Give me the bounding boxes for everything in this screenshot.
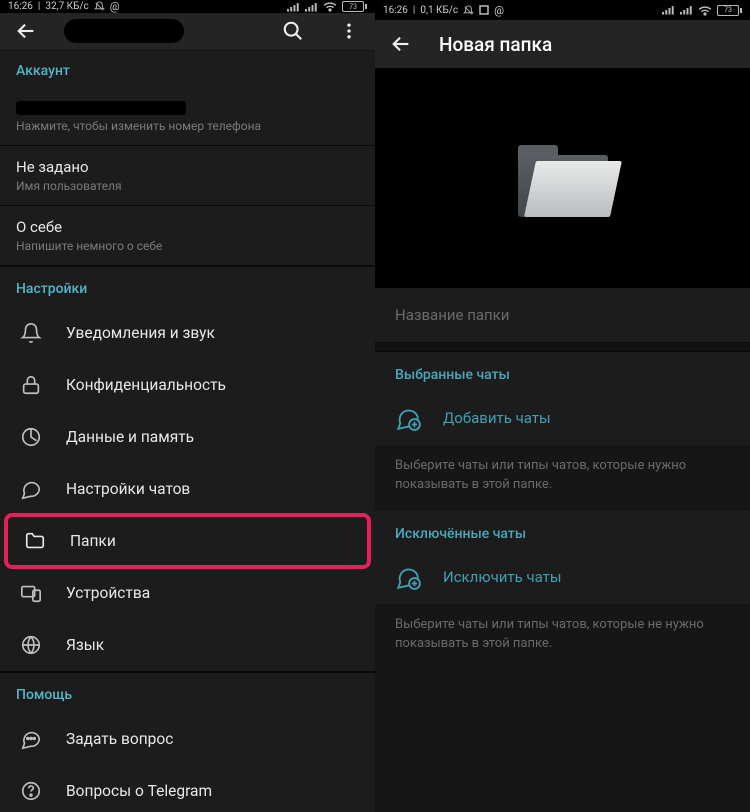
at-icon: @: [110, 0, 120, 13]
signal-icon-2: [680, 5, 693, 15]
battery-icon: 73: [342, 1, 367, 12]
app-bar: [0, 13, 375, 49]
lock-icon: [20, 374, 42, 396]
folder-hero: [375, 68, 750, 288]
privacy-row[interactable]: Конфиденциальность: [0, 359, 375, 411]
privacy-label: Конфиденциальность: [66, 376, 226, 394]
new-folder-title: Новая папка: [439, 33, 742, 56]
page-title: [64, 19, 255, 43]
status-net: 0,1 КБ/с: [420, 5, 458, 16]
username-title: Не задано: [16, 158, 359, 176]
excluded-hint: Выберите чаты или типы чатов, которые не…: [375, 604, 750, 670]
phone-hint: Нажмите, чтобы изменить номер телефона: [16, 119, 359, 133]
excluded-chats-section: Исключённые чаты Исключить чаты: [375, 511, 750, 604]
included-header: Выбранные чаты: [375, 352, 750, 391]
more-button[interactable]: [331, 13, 367, 49]
ask-question-row[interactable]: Задать вопрос: [0, 713, 375, 765]
ask-label: Задать вопрос: [66, 730, 173, 748]
at-icon: @: [494, 4, 504, 17]
help-header: Помощь: [0, 673, 375, 713]
account-section: Аккаунт Нажмите, чтобы изменить номер те…: [0, 49, 375, 265]
wifi-icon: [323, 1, 337, 12]
chat-icon: [20, 478, 42, 500]
settings-section: Настройки Уведомления и звук Конфиденциа…: [0, 267, 375, 671]
signal-icon-2: [305, 2, 318, 12]
devices-icon: [20, 582, 42, 604]
included-hint: Выберите чаты или типы чатов, которые ну…: [375, 445, 750, 511]
square-icon: [479, 5, 489, 15]
signal-icon: [287, 2, 300, 12]
folder-icon: [24, 530, 46, 552]
wifi-icon: [698, 5, 712, 16]
notifications-label: Уведомления и звук: [66, 324, 215, 342]
devices-row[interactable]: Устройства: [0, 567, 375, 619]
excluded-header: Исключённые чаты: [375, 511, 750, 550]
back-button[interactable]: [383, 26, 419, 62]
battery-icon: 73: [717, 5, 742, 16]
data-label: Данные и память: [66, 428, 194, 446]
question-chat-icon: [20, 728, 42, 750]
status-bar-right: 16:26 | 0,1 КБ/с @ 73: [375, 0, 750, 20]
language-row[interactable]: Язык: [0, 619, 375, 671]
faq-row[interactable]: Вопросы о Telegram: [0, 765, 375, 812]
status-time: 16:26: [8, 1, 33, 12]
app-bar-right: Новая папка: [375, 20, 750, 68]
new-folder-screen: 16:26 | 0,1 КБ/с @ 73 Новая папка: [375, 0, 750, 812]
status-time: 16:26: [383, 5, 408, 16]
phone-row[interactable]: Нажмите, чтобы изменить номер телефона: [0, 89, 375, 146]
username-sub: Имя пользователя: [16, 179, 359, 193]
bio-title: О себе: [16, 218, 359, 236]
bio-sub: Напишите немного о себе: [16, 239, 359, 253]
folders-row[interactable]: Папки: [4, 513, 371, 569]
chat-label: Настройки чатов: [66, 480, 190, 498]
chat-settings-row[interactable]: Настройки чатов: [0, 463, 375, 515]
included-chats-section: Выбранные чаты Добавить чаты: [375, 352, 750, 445]
help-section: Помощь Задать вопрос Вопросы о Telegram: [0, 673, 375, 812]
username-row[interactable]: Не задано Имя пользователя: [0, 146, 375, 206]
folder-name-placeholder: Название папки: [395, 306, 509, 324]
bell-off-icon: [94, 1, 105, 12]
add-chats-button[interactable]: Добавить чаты: [375, 391, 750, 445]
folder-illustration: [518, 139, 608, 217]
language-label: Язык: [66, 636, 104, 654]
folders-label: Папки: [70, 532, 116, 550]
status-net: 32,7 КБ/с: [45, 1, 88, 12]
add-chats-label: Добавить чаты: [443, 409, 551, 427]
settings-screen: 16:26 | 32,7 КБ/с @ 73 Аккаунт: [0, 0, 375, 812]
exclude-chats-label: Исключить чаты: [443, 568, 562, 586]
devices-label: Устройства: [66, 584, 150, 602]
folder-name-input[interactable]: Название папки: [375, 288, 750, 342]
signal-icon: [662, 5, 675, 15]
data-row[interactable]: Данные и память: [0, 411, 375, 463]
back-button[interactable]: [8, 13, 44, 49]
exclude-chats-button[interactable]: Исключить чаты: [375, 550, 750, 604]
status-bar: 16:26 | 32,7 КБ/с @ 73: [0, 0, 375, 13]
notifications-row[interactable]: Уведомления и звук: [0, 307, 375, 359]
search-button[interactable]: [275, 13, 311, 49]
globe-icon: [20, 634, 42, 656]
bio-row[interactable]: О себе Напишите немного о себе: [0, 206, 375, 265]
faq-label: Вопросы о Telegram: [66, 782, 212, 800]
help-circle-icon: [20, 780, 42, 802]
bell-icon: [20, 322, 42, 344]
settings-header: Настройки: [0, 267, 375, 307]
data-icon: [20, 426, 42, 448]
exclude-chat-icon: [395, 564, 421, 590]
add-chat-icon: [395, 405, 421, 431]
bell-off-icon: [463, 5, 474, 16]
account-header: Аккаунт: [0, 49, 375, 89]
